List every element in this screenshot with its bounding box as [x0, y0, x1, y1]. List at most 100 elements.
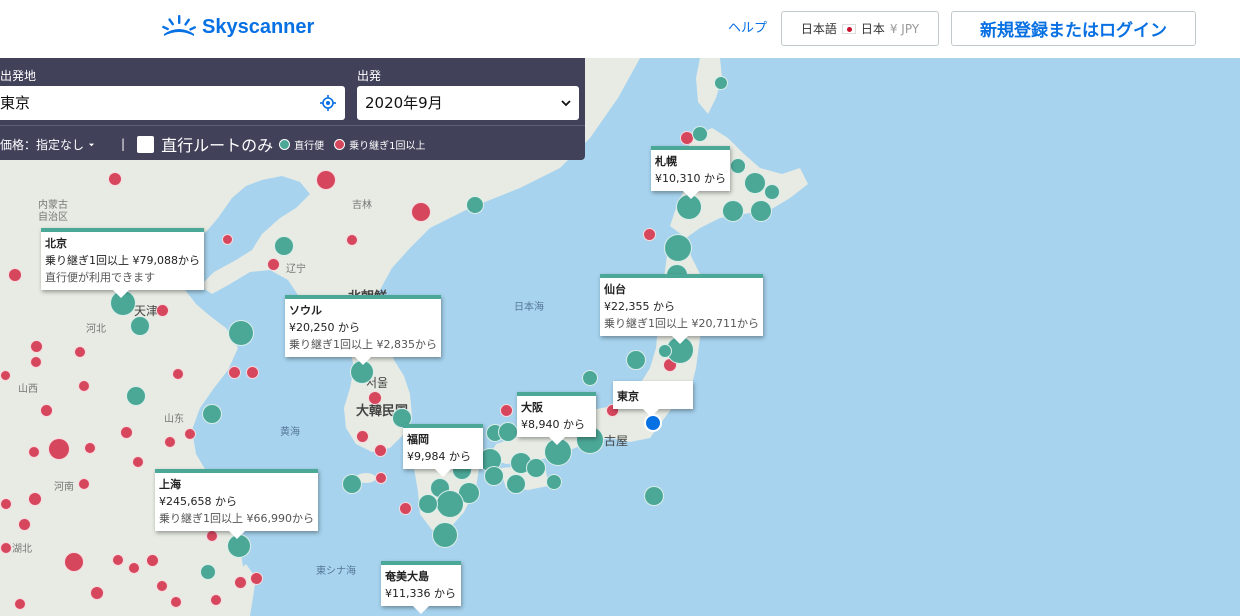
destination-dot[interactable] — [0, 498, 12, 510]
destination-dot[interactable] — [316, 170, 336, 190]
destination-dot[interactable] — [234, 576, 247, 589]
destination-dot[interactable] — [128, 562, 140, 574]
locale-button[interactable]: 日本語 日本 ¥ JPY — [781, 11, 939, 46]
callout-shanghai[interactable]: 上海 ¥245,658 から 乗り継ぎ1回以上 ¥66,990から — [155, 469, 318, 539]
destination-dot[interactable] — [374, 444, 387, 457]
destination-dot[interactable] — [120, 426, 133, 439]
callout-sapporo[interactable]: 札幌 ¥10,310 から — [651, 146, 730, 199]
destination-dot[interactable] — [346, 234, 358, 246]
destination-dot[interactable] — [399, 502, 412, 515]
destination-dot[interactable] — [0, 542, 12, 554]
destination-dot[interactable] — [526, 458, 546, 478]
destination-dot[interactable] — [170, 596, 182, 608]
destination-dot[interactable] — [466, 196, 484, 214]
callout-fukuoka[interactable]: 福岡 ¥9,984 から — [403, 424, 483, 477]
destination-dot[interactable] — [750, 200, 772, 222]
login-button[interactable]: 新規登録またはログイン — [951, 11, 1196, 46]
destination-dot[interactable] — [582, 370, 598, 386]
destination-dot[interactable] — [418, 494, 438, 514]
destination-dot[interactable] — [112, 554, 124, 566]
destination-dot[interactable] — [692, 126, 708, 142]
destination-dot[interactable] — [200, 564, 216, 580]
destination-dot[interactable] — [18, 518, 31, 531]
destination-dot[interactable] — [658, 344, 672, 358]
destination-dot[interactable] — [28, 492, 42, 506]
destination-dot[interactable] — [267, 258, 280, 271]
callout-sendai[interactable]: 仙台 ¥22,355 から 乗り継ぎ1回以上 ¥20,711から — [600, 274, 763, 344]
help-link[interactable]: ヘルプ — [728, 17, 767, 36]
destination-dot[interactable] — [643, 228, 656, 241]
destination-dot[interactable] — [108, 172, 122, 186]
destination-dot[interactable] — [274, 236, 294, 256]
destination-dot[interactable] — [14, 598, 26, 610]
caret-down-icon — [88, 143, 95, 146]
destination-dot[interactable] — [626, 350, 646, 370]
destination-dot[interactable] — [644, 486, 664, 506]
destination-dot[interactable] — [222, 234, 233, 245]
callout-osaka[interactable]: 大阪 ¥8,940 から — [517, 392, 596, 445]
destination-dot[interactable] — [436, 490, 464, 518]
destination-dot[interactable] — [722, 200, 744, 222]
destination-dot[interactable] — [498, 422, 518, 442]
destination-dot[interactable] — [744, 172, 766, 194]
destination-dot[interactable] — [546, 474, 562, 490]
callout-note: 乗り継ぎ1回以上 ¥66,990から — [159, 512, 314, 525]
destination-dot[interactable] — [730, 158, 746, 174]
callout-amami[interactable]: 奄美大島 ¥11,336 から — [381, 561, 461, 614]
destination-dot[interactable] — [202, 404, 222, 424]
destination-dot[interactable] — [228, 366, 241, 379]
destination-dot[interactable] — [48, 438, 70, 460]
locate-me-icon[interactable] — [320, 95, 336, 111]
header: Skyscanner ヘルプ 日本語 日本 ¥ JPY 新規登録またはログイン — [0, 0, 1240, 58]
destination-dot[interactable] — [432, 522, 458, 548]
destination-dot[interactable] — [506, 474, 526, 494]
destination-dot[interactable] — [64, 552, 84, 572]
destination-dot[interactable] — [250, 572, 263, 585]
origin-marker-icon[interactable] — [644, 414, 662, 432]
callout-seoul[interactable]: ソウル ¥20,250 から 乗り継ぎ1回以上 ¥2,835から — [285, 295, 441, 365]
destination-dot[interactable] — [210, 594, 222, 606]
destination-dot[interactable] — [246, 366, 259, 379]
destination-dot[interactable] — [78, 380, 90, 392]
destination-dot[interactable] — [342, 474, 362, 494]
destination-dot[interactable] — [164, 436, 176, 448]
destination-dot[interactable] — [40, 404, 53, 417]
destination-dot[interactable] — [84, 442, 96, 454]
destination-dot[interactable] — [172, 368, 184, 380]
destination-dot[interactable] — [74, 346, 86, 358]
destination-dot[interactable] — [146, 554, 159, 567]
destination-dot[interactable] — [78, 478, 90, 490]
destination-dot[interactable] — [500, 404, 513, 417]
destination-dot[interactable] — [206, 530, 218, 542]
skyscanner-logo[interactable]: Skyscanner — [162, 14, 314, 40]
destination-dot[interactable] — [764, 184, 780, 200]
direct-only-label[interactable]: 直行ルートのみ — [161, 132, 273, 156]
callout-tokyo[interactable]: 東京 — [613, 381, 693, 417]
destination-dot[interactable] — [184, 428, 196, 440]
destination-dot[interactable] — [126, 386, 146, 406]
destination-dot[interactable] — [0, 370, 11, 381]
direct-only-checkbox[interactable] — [137, 135, 155, 153]
destination-dot[interactable] — [411, 202, 431, 222]
destination-dot[interactable] — [28, 446, 40, 458]
destination-dot[interactable] — [30, 356, 42, 368]
destination-dot[interactable] — [356, 430, 369, 443]
destination-dot[interactable] — [484, 466, 504, 486]
destination-dot[interactable] — [90, 586, 104, 600]
destination-dot[interactable] — [664, 234, 692, 262]
destination-dot[interactable] — [156, 304, 169, 317]
destination-dot[interactable] — [130, 316, 150, 336]
callout-beijing[interactable]: 北京 乗り継ぎ1回以上 ¥79,088から 直行便が利用できます — [41, 228, 204, 298]
destination-dot[interactable] — [375, 472, 387, 484]
origin-input[interactable]: 東京 — [0, 86, 345, 120]
depart-month-select[interactable]: 2020年9月 — [357, 86, 579, 120]
destination-dot[interactable] — [714, 76, 728, 90]
map-label-yellow-sea: 黄海 — [280, 427, 300, 438]
destination-dot[interactable] — [228, 320, 254, 346]
destination-dot[interactable] — [8, 268, 22, 282]
destination-dot[interactable] — [156, 580, 168, 592]
destination-dot[interactable] — [30, 340, 43, 353]
destination-dot[interactable] — [368, 391, 382, 405]
destination-dot[interactable] — [132, 456, 144, 468]
price-filter-dropdown[interactable]: 価格：指定なし — [0, 136, 95, 153]
